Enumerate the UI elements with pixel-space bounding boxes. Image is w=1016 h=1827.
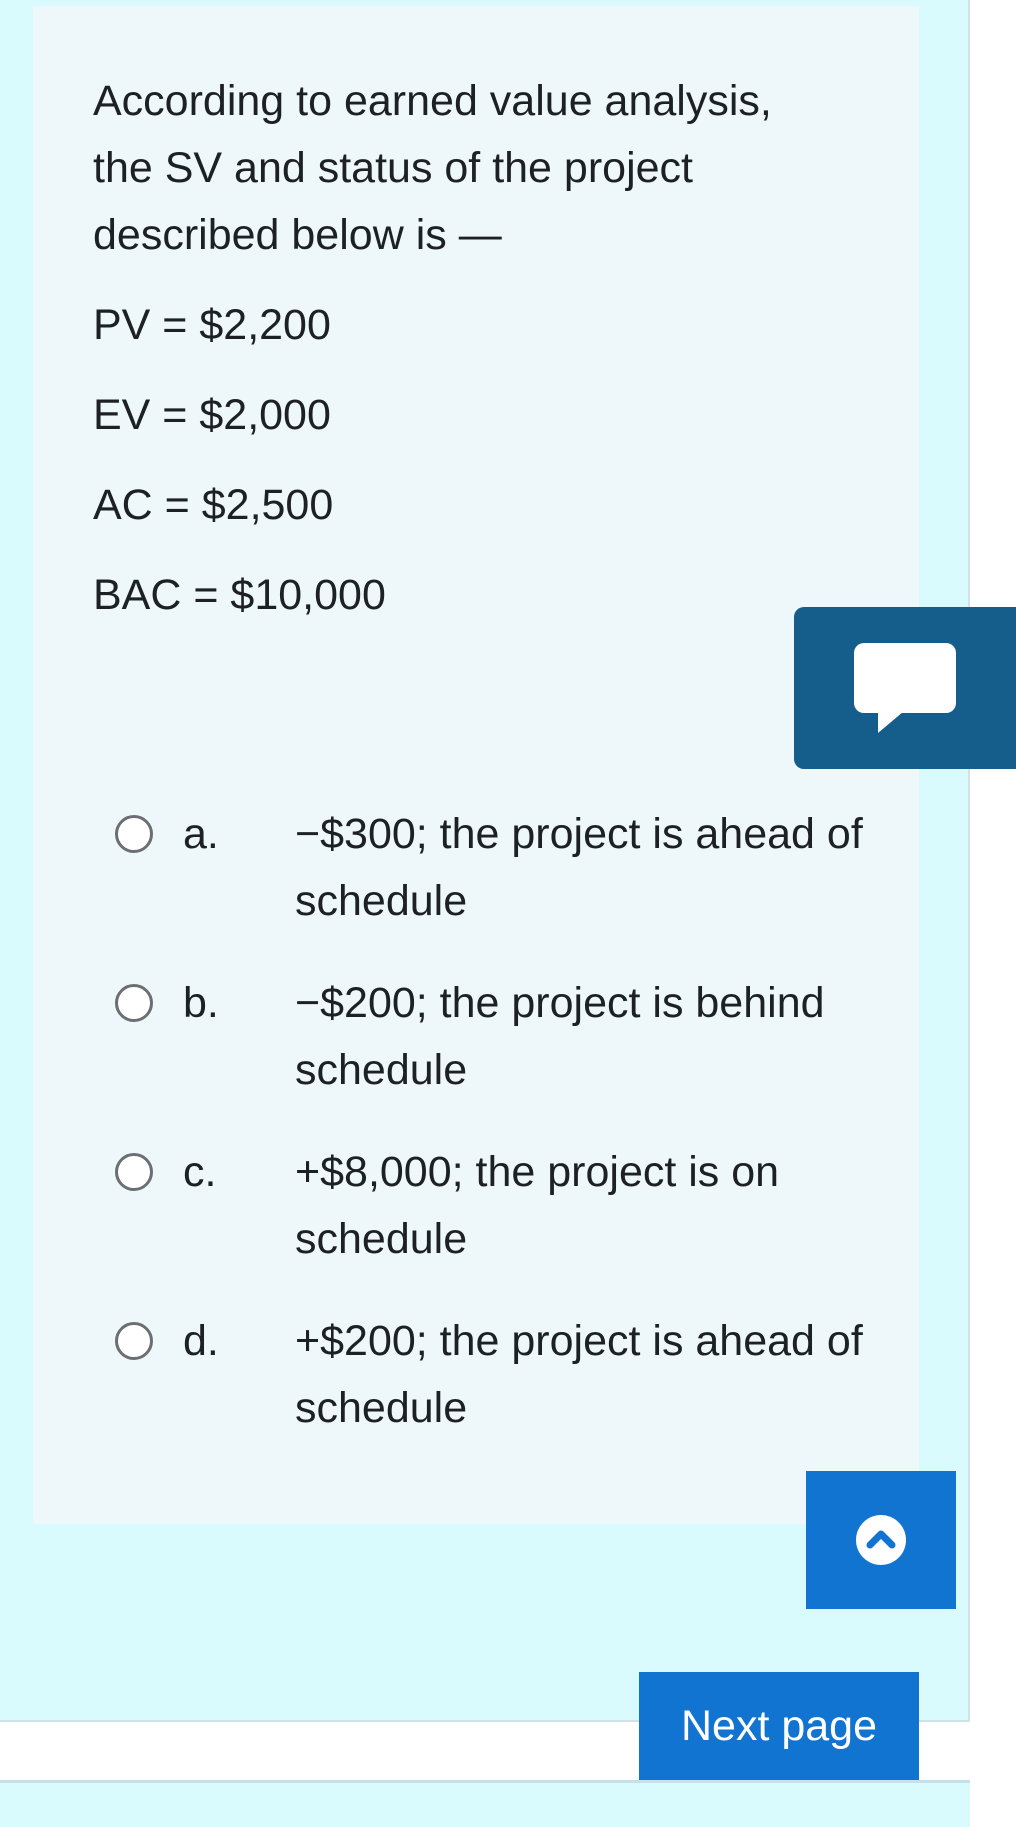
- option-text: −$200; the project is behind schedule: [295, 970, 905, 1104]
- question-card: According to earned value analysis, the …: [33, 6, 919, 1524]
- answer-option-c[interactable]: c. +$8,000; the project is on schedule: [115, 1139, 895, 1279]
- option-text-line: schedule: [295, 1046, 468, 1094]
- answer-option-d[interactable]: d. +$200; the project is ahead of schedu…: [115, 1308, 895, 1448]
- option-letter: d.: [183, 1317, 219, 1365]
- radio-unchecked-icon[interactable]: [115, 1322, 153, 1360]
- question-line: According to earned value analysis,: [93, 77, 772, 125]
- radio-unchecked-icon[interactable]: [115, 1153, 153, 1191]
- answer-option-b[interactable]: b. −$200; the project is behind schedule: [115, 970, 895, 1110]
- option-text-line: schedule: [295, 1215, 468, 1263]
- question-text: According to earned value analysis, the …: [93, 68, 813, 269]
- given-pv: PV = $2,200: [93, 301, 331, 349]
- option-text-line: schedule: [295, 1384, 468, 1432]
- option-text-line: +$8,000; the project is on: [295, 1148, 780, 1196]
- chevron-up-icon: [856, 1515, 906, 1565]
- next-page-button[interactable]: Next page: [639, 1672, 919, 1780]
- option-text-line: −$300; the project is ahead of: [295, 810, 863, 858]
- question-line: the SV and status of the project: [93, 144, 693, 192]
- question-line: described below is —: [93, 211, 502, 259]
- radio-unchecked-icon[interactable]: [115, 984, 153, 1022]
- option-letter: a.: [183, 810, 219, 858]
- given-bac: BAC = $10,000: [93, 571, 386, 619]
- radio-unchecked-icon[interactable]: [115, 815, 153, 853]
- comment-button[interactable]: [794, 607, 1016, 769]
- option-text-line: schedule: [295, 877, 468, 925]
- given-ev: EV = $2,000: [93, 391, 331, 439]
- option-letter: b.: [183, 979, 219, 1027]
- option-text-line: −$200; the project is behind: [295, 979, 825, 1027]
- given-ac: AC = $2,500: [93, 481, 334, 529]
- option-text-line: +$200; the project is ahead of: [295, 1317, 863, 1365]
- footer-strip: [0, 1780, 970, 1827]
- option-text: −$300; the project is ahead of schedule: [295, 801, 905, 935]
- answer-option-a[interactable]: a. −$300; the project is ahead of schedu…: [115, 801, 895, 941]
- option-letter: c.: [183, 1148, 217, 1196]
- scroll-to-top-button[interactable]: [806, 1471, 956, 1609]
- option-text: +$200; the project is ahead of schedule: [295, 1308, 905, 1442]
- option-text: +$8,000; the project is on schedule: [295, 1139, 905, 1273]
